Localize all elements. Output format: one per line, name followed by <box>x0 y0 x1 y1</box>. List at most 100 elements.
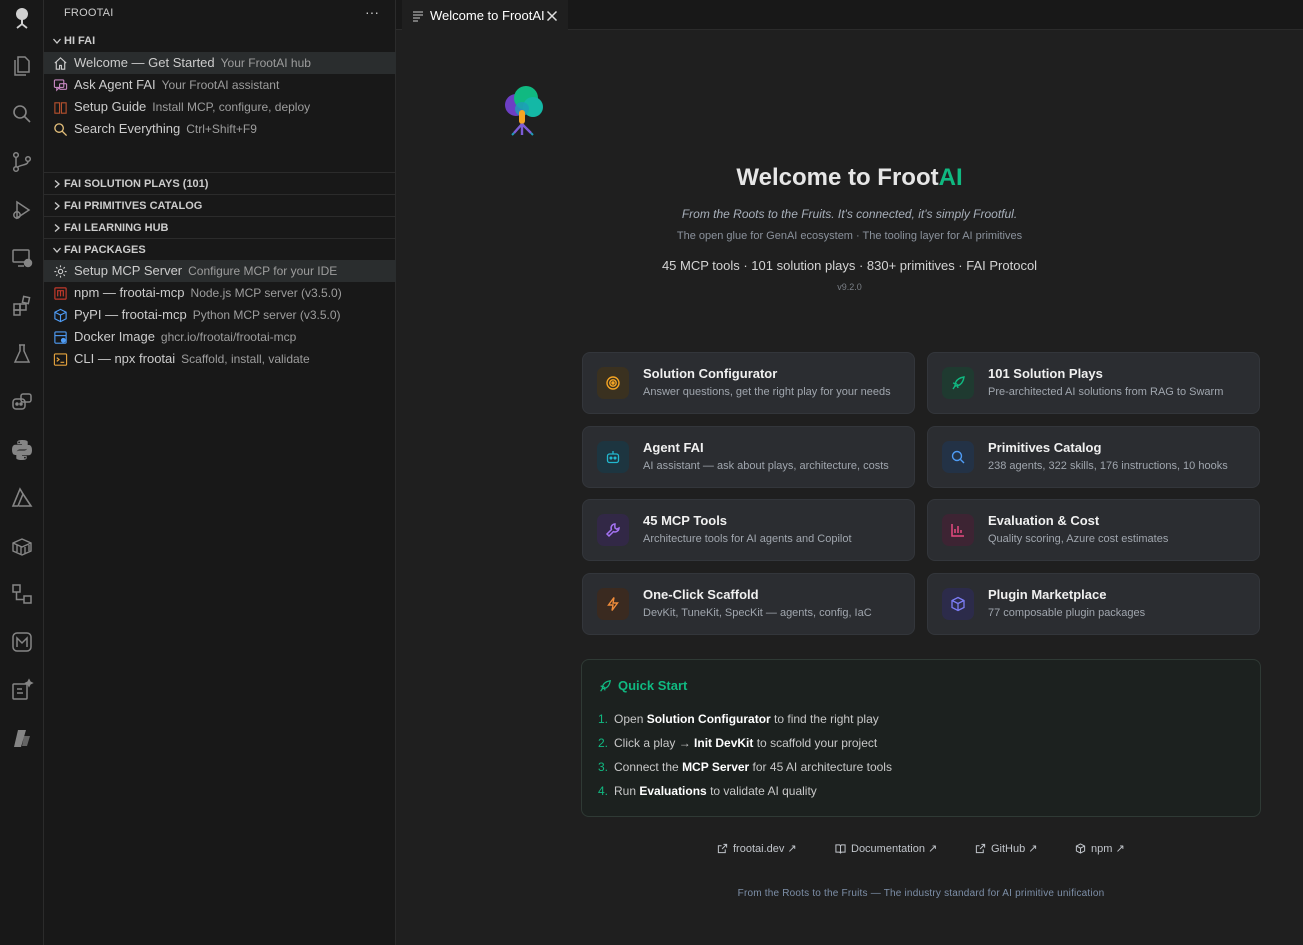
step-number: 4. <box>598 784 609 798</box>
card-desc: 77 composable plugin packages <box>988 607 1146 619</box>
card-agent-fai[interactable]: Agent FAI AI assistant — ask about plays… <box>582 426 915 488</box>
item-desc: Scaffold, install, validate <box>181 352 310 366</box>
section-packages[interactable]: FAI PACKAGES <box>44 238 396 260</box>
link-frootai-dev[interactable]: frootai.dev ↗ <box>717 838 797 858</box>
step-text: Connect the <box>614 760 683 774</box>
external-link-icon <box>975 843 986 853</box>
sidebar-item-setup-guide[interactable]: Setup Guide Install MCP, configure, deplo… <box>44 96 396 118</box>
sidebar-item-npm[interactable]: npm — frootai-mcp Node.js MCP server (v3.… <box>44 282 396 304</box>
section-label: FAI PRIMITIVES CATALOG <box>64 200 203 212</box>
footer-text: From the Roots to the Fruits — The indus… <box>737 888 1105 899</box>
close-icon[interactable] <box>544 8 560 24</box>
step-number: 1. <box>598 712 609 726</box>
card-solution-configurator[interactable]: Solution Configurator Answer questions, … <box>582 352 915 414</box>
remote-explorer-icon[interactable] <box>0 238 44 278</box>
item-desc: Python MCP server (v3.5.0) <box>192 308 341 322</box>
link-documentation[interactable]: Documentation ↗ <box>835 838 937 858</box>
terminal-icon <box>52 351 68 367</box>
frootai-tree-icon[interactable] <box>0 0 44 38</box>
target-icon <box>597 367 629 399</box>
foundry-icon[interactable] <box>0 718 44 758</box>
stats-line: 45 MCP tools · 101 solution plays · 830+… <box>661 258 1038 273</box>
quick-start-step: 1. Open Solution Configurator to find the… <box>598 712 879 726</box>
quick-start-step: 2. Click a play → Init DevKit to scaffold… <box>598 736 877 750</box>
lightning-icon <box>597 588 629 620</box>
source-control-icon[interactable] <box>0 142 44 182</box>
card-evaluation-cost[interactable]: Evaluation & Cost Quality scoring, Azure… <box>927 499 1260 561</box>
card-plugin-marketplace[interactable]: Plugin Marketplace 77 composable plugin … <box>927 573 1260 635</box>
run-debug-icon[interactable] <box>0 190 44 230</box>
gear-icon <box>52 263 68 279</box>
item-label: Search Everything <box>74 121 181 136</box>
editor-tab-bar: Welcome to FrootAI <box>396 0 1303 30</box>
section-solution-plays[interactable]: FAI SOLUTION PLAYS (101) <box>44 172 396 194</box>
more-actions-icon[interactable]: ··· <box>365 0 379 26</box>
copilot-chat-icon[interactable] <box>0 382 44 422</box>
step-number: 2. <box>598 736 609 750</box>
extensions-icon[interactable] <box>0 286 44 326</box>
item-desc: Node.js MCP server (v3.5.0) <box>190 286 342 300</box>
item-label: npm — frootai-mcp <box>74 285 185 300</box>
azure-icon[interactable] <box>0 478 44 518</box>
link-label: npm ↗ <box>1091 842 1125 855</box>
tab-label: Welcome to FrootAI <box>430 8 545 23</box>
section-label: FAI SOLUTION PLAYS (101) <box>64 178 209 190</box>
card-title: Primitives Catalog <box>988 440 1102 455</box>
card-title: Plugin Marketplace <box>988 587 1107 602</box>
search-icon[interactable] <box>0 94 44 134</box>
sidebar-item-ask-agent[interactable]: Ask Agent FAI Your FrootAI assistant <box>44 74 396 96</box>
sidebar-item-cli[interactable]: CLI — npx frootai Scaffold, install, vali… <box>44 348 396 370</box>
link-npm[interactable]: npm ↗ <box>1075 838 1125 858</box>
step-text: to validate AI quality <box>706 784 817 798</box>
sidebar-item-welcome[interactable]: Welcome — Get Started Your FrootAI hub <box>44 52 396 74</box>
item-label: CLI — npx frootai <box>74 351 176 366</box>
version-label: v9.2.0 <box>837 282 862 292</box>
item-label: Setup MCP Server <box>74 263 183 278</box>
bar-chart-icon <box>942 514 974 546</box>
tab-welcome[interactable]: Welcome to FrootAI <box>402 0 568 30</box>
section-primitives-catalog[interactable]: FAI PRIMITIVES CATALOG <box>44 194 396 216</box>
item-desc: Install MCP, configure, deploy <box>152 100 311 114</box>
card-title: One-Click Scaffold <box>643 587 759 602</box>
card-one-click-scaffold[interactable]: One-Click Scaffold DevKit, TuneKit, Spec… <box>582 573 915 635</box>
card-title: 45 MCP Tools <box>643 513 728 528</box>
sidebar-item-setup-mcp[interactable]: Setup MCP Server Configure MCP for your I… <box>44 260 396 282</box>
quick-start-panel: Quick Start 1. Open Solution Configurator… <box>581 659 1261 817</box>
step-bold: Init DevKit <box>694 736 754 750</box>
preview-icon <box>413 11 423 21</box>
section-learning-hub[interactable]: FAI LEARNING HUB <box>44 216 396 238</box>
sidebar-item-docker[interactable]: Docker Image ghcr.io/frootai/frootai-mcp <box>44 326 396 348</box>
explorer-icon[interactable] <box>0 46 44 86</box>
step-text: Run <box>614 784 640 798</box>
section-label: HI FAI <box>64 35 96 47</box>
sidebar-item-pypi[interactable]: PyPI — frootai-mcp Python MCP server (v3.… <box>44 304 396 326</box>
step-text: to find the right play <box>770 712 879 726</box>
containers-icon[interactable] <box>0 526 44 566</box>
section-hi-fai[interactable]: HI FAI <box>44 30 396 52</box>
sidebar-item-search-everything[interactable]: Search Everything Ctrl+Shift+F9 <box>44 118 396 140</box>
chevron-right-icon <box>50 173 64 195</box>
link-github[interactable]: GitHub ↗ <box>975 838 1038 858</box>
step-text: Click a play → <box>614 736 695 750</box>
chevron-down-icon <box>50 239 64 261</box>
rocket-icon <box>600 679 611 692</box>
python-icon[interactable] <box>0 430 44 470</box>
book-icon <box>835 843 846 854</box>
step-text: for 45 AI architecture tools <box>749 760 892 774</box>
ai-toolkit-icon[interactable] <box>0 670 44 710</box>
testing-flask-icon[interactable] <box>0 334 44 374</box>
step-text: Open <box>614 712 647 726</box>
step-bold: Evaluations <box>639 784 707 798</box>
item-desc: Ctrl+Shift+F9 <box>186 122 257 136</box>
workflow-icon[interactable] <box>0 574 44 614</box>
card-title: Agent FAI <box>643 440 704 455</box>
home-icon <box>52 55 68 71</box>
github-actions-icon[interactable] <box>0 622 44 662</box>
card-primitives-catalog[interactable]: Primitives Catalog 238 agents, 322 skill… <box>927 426 1260 488</box>
card-mcp-tools[interactable]: 45 MCP Tools Architecture tools for AI a… <box>582 499 915 561</box>
card-solution-plays[interactable]: 101 Solution Plays Pre-architected AI so… <box>927 352 1260 414</box>
step-bold: MCP Server <box>682 760 750 774</box>
item-desc: ghcr.io/frootai/frootai-mcp <box>160 330 297 344</box>
step-text: to scaffold your project <box>753 736 878 750</box>
quick-start-step: 4. Run Evaluations to validate AI quality <box>598 784 817 798</box>
